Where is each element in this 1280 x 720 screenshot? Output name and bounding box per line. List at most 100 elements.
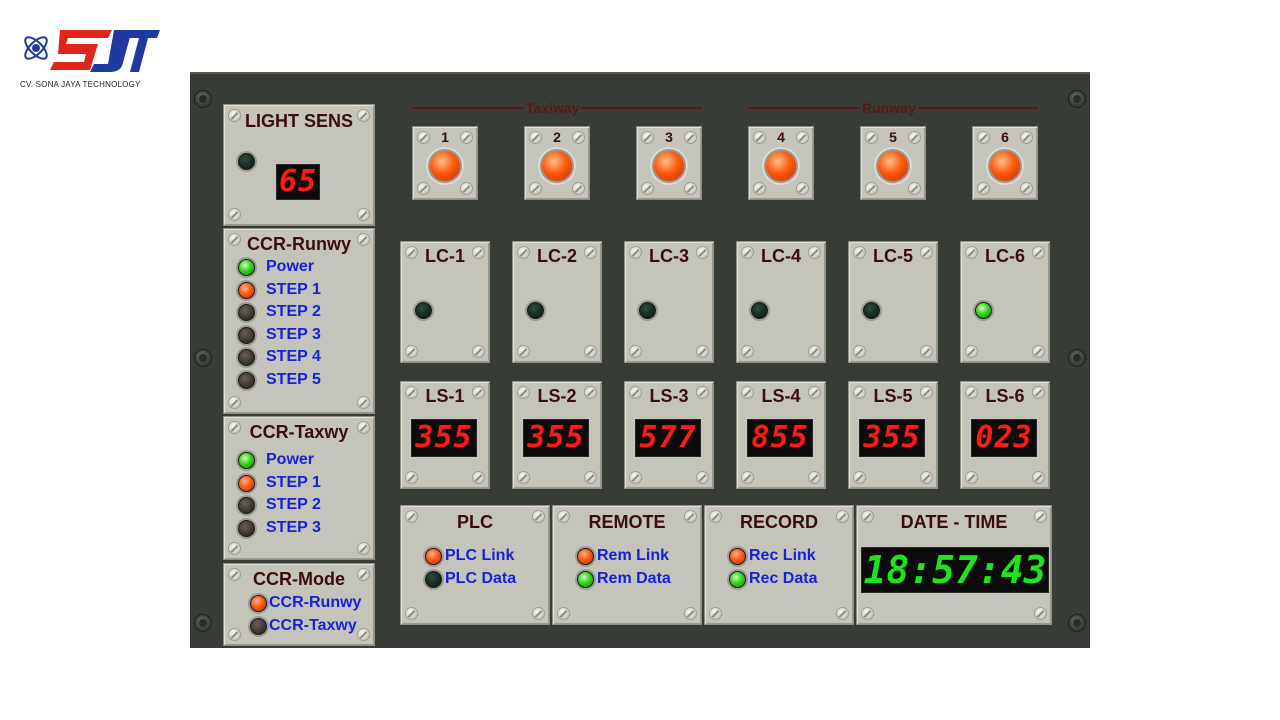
lc-panel-6: LC-6 bbox=[960, 241, 1050, 363]
status-led bbox=[238, 326, 255, 344]
ls-title: LS-5 bbox=[873, 386, 913, 406]
ls-display: 355 bbox=[411, 419, 477, 457]
panel-bolt bbox=[1068, 90, 1086, 108]
taxiway-label: Taxiway bbox=[524, 100, 582, 116]
status-label: STEP 2 bbox=[266, 303, 321, 320]
ccr-taxiway-panel: CCR-Taxwy Power STEP 1 STEP 2 STEP 3 bbox=[223, 416, 375, 560]
screw bbox=[584, 471, 597, 484]
screw bbox=[472, 345, 485, 358]
status-led bbox=[238, 259, 255, 276]
status-label: Power bbox=[266, 258, 315, 275]
lamp-button-number: 3 bbox=[665, 129, 673, 145]
screw bbox=[696, 471, 709, 484]
ls-panel-4: LS-4 855 bbox=[736, 381, 826, 489]
screw bbox=[741, 345, 754, 358]
status-led bbox=[729, 570, 746, 588]
ls-title: LS-1 bbox=[425, 386, 465, 406]
status-label: PLC Link bbox=[445, 547, 515, 564]
panel-bolt bbox=[1068, 349, 1086, 367]
screw bbox=[572, 182, 585, 195]
lamp-button-number: 1 bbox=[441, 129, 449, 145]
screw bbox=[517, 471, 530, 484]
screw bbox=[808, 345, 821, 358]
screw bbox=[808, 471, 821, 484]
ls-display: 577 bbox=[635, 419, 701, 457]
lamp-button-4[interactable]: 4 bbox=[748, 126, 814, 200]
datetime-panel: DATE - TIME 18:57:43 bbox=[856, 505, 1052, 625]
status-led bbox=[250, 595, 267, 612]
lamp-button-number: 5 bbox=[889, 129, 897, 145]
ls-display: 023 bbox=[971, 419, 1037, 457]
ls-panel-1: LS-1 355 bbox=[400, 381, 490, 489]
control-panel: Taxiway Runway LIGHT SENS 65 CCR-Runwy P… bbox=[190, 72, 1090, 648]
lc-led bbox=[415, 302, 432, 319]
lamp-button-3[interactable]: 3 bbox=[636, 126, 702, 200]
screw bbox=[629, 345, 642, 358]
ccr-mode-title: CCR-Mode bbox=[253, 569, 345, 589]
lamp-light bbox=[988, 149, 1022, 183]
screw bbox=[920, 471, 933, 484]
status-label: Rec Link bbox=[749, 547, 816, 564]
panel-bolt bbox=[194, 90, 212, 108]
lamp-light bbox=[428, 149, 462, 183]
ls-title: LS-3 bbox=[649, 386, 689, 406]
status-led bbox=[238, 452, 255, 469]
lc-panel-3: LC-3 bbox=[624, 241, 714, 363]
screw bbox=[696, 345, 709, 358]
lamp-button-5[interactable]: 5 bbox=[860, 126, 926, 200]
ls-display: 355 bbox=[523, 419, 589, 457]
status-label: STEP 1 bbox=[266, 473, 321, 491]
status-label: STEP 2 bbox=[266, 496, 321, 513]
lamp-button-6[interactable]: 6 bbox=[972, 126, 1038, 200]
lc-title: LC-4 bbox=[761, 246, 801, 266]
status-label: Rec Data bbox=[749, 569, 818, 587]
plc-panel: PLC PLC Link PLC Data bbox=[400, 505, 550, 625]
status-label: Rem Link bbox=[597, 547, 670, 564]
screw bbox=[920, 345, 933, 358]
sjt-letters bbox=[50, 30, 160, 72]
ls-title: LS-4 bbox=[761, 386, 801, 406]
screw bbox=[629, 471, 642, 484]
status-label: STEP 1 bbox=[266, 280, 321, 298]
status-label: STEP 3 bbox=[266, 325, 321, 343]
screw bbox=[584, 345, 597, 358]
ccr-taxiway-title: CCR-Taxwy bbox=[249, 422, 349, 442]
record-panel: RECORD Rec Link Rec Data bbox=[704, 505, 854, 625]
status-led bbox=[729, 548, 746, 565]
status-led bbox=[238, 519, 255, 537]
status-led bbox=[238, 474, 255, 492]
screw bbox=[977, 182, 990, 195]
status-led bbox=[577, 570, 594, 588]
screw bbox=[753, 182, 766, 195]
lamp-button-2[interactable]: 2 bbox=[524, 126, 590, 200]
ls-panel-6: LS-6 023 bbox=[960, 381, 1050, 489]
screw bbox=[1032, 471, 1045, 484]
ccr-mode-panel: CCR-Mode CCR-Runwy CCR-Taxwy bbox=[223, 563, 375, 646]
panel-bolt bbox=[1068, 614, 1086, 632]
status-label: PLC Data bbox=[445, 569, 517, 587]
lc-panel-2: LC-2 bbox=[512, 241, 602, 363]
lamp-button-1[interactable]: 1 bbox=[412, 126, 478, 200]
screw bbox=[865, 182, 878, 195]
panel-bolt bbox=[194, 614, 212, 632]
status-label: STEP 3 bbox=[266, 518, 321, 536]
light-sens-led bbox=[238, 153, 255, 170]
lc-panel-5: LC-5 bbox=[848, 241, 938, 363]
status-led bbox=[425, 548, 442, 565]
screw bbox=[965, 345, 978, 358]
lc-title: LC-2 bbox=[537, 246, 577, 266]
screw bbox=[517, 345, 530, 358]
lc-led bbox=[751, 302, 768, 319]
screw bbox=[1020, 182, 1033, 195]
status-led bbox=[238, 349, 255, 366]
light-sens-panel: LIGHT SENS 65 bbox=[223, 104, 375, 226]
status-label: STEP 5 bbox=[266, 370, 321, 388]
status-led bbox=[425, 570, 442, 588]
status-led bbox=[238, 497, 255, 514]
screw bbox=[853, 471, 866, 484]
lc-led bbox=[863, 302, 880, 319]
runway-label: Runway bbox=[860, 100, 918, 116]
status-led bbox=[250, 618, 267, 635]
screw bbox=[405, 471, 418, 484]
screw bbox=[1032, 345, 1045, 358]
